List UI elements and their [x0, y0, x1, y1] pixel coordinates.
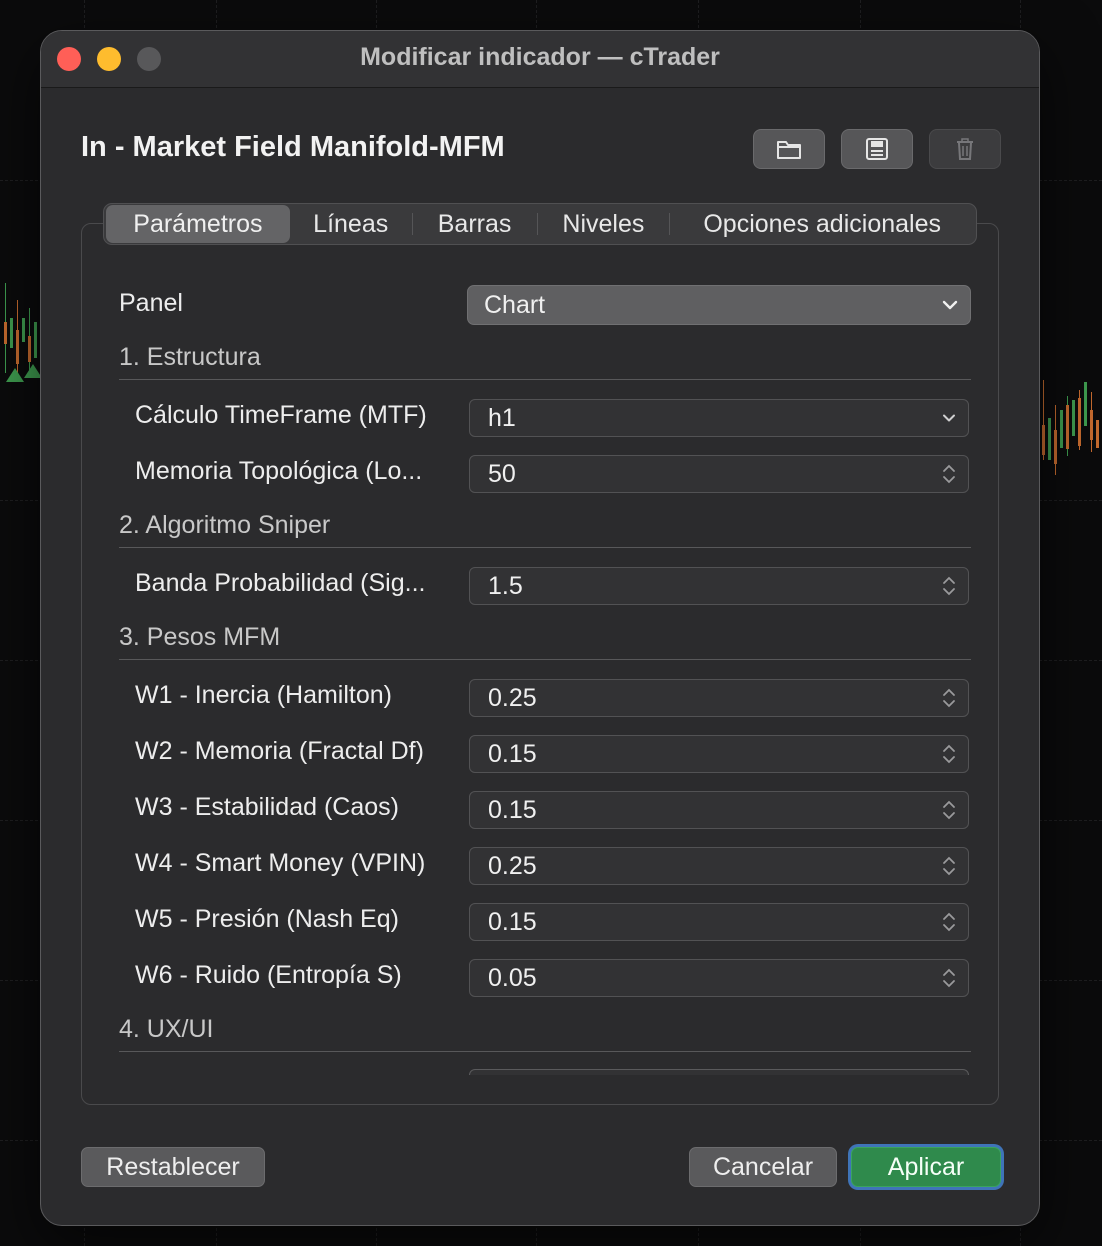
save-template-button[interactable]	[841, 129, 913, 169]
open-template-button[interactable]	[753, 129, 825, 169]
field-value: h1	[488, 403, 516, 432]
stepper-icon[interactable]	[942, 742, 956, 766]
field-value: 50	[488, 459, 516, 488]
floppy-disk-icon	[866, 138, 888, 160]
field-value: 0.25	[488, 683, 537, 712]
tab-bar: Parámetros Líneas Barras Niveles Opcione…	[103, 203, 977, 245]
section-title: 2. Algoritmo Sniper	[119, 511, 331, 539]
stepper-icon[interactable]	[942, 966, 956, 990]
panel-label: Panel	[119, 289, 183, 317]
field-label: Banda Probabilidad (Sig...	[135, 569, 426, 597]
chevron-down-icon	[943, 414, 955, 422]
number-field[interactable]: 0.15	[469, 903, 969, 941]
field-label: W1 - Inercia (Hamilton)	[135, 681, 392, 709]
tab-opciones-adicionales[interactable]: Opciones adicionales	[670, 205, 974, 243]
tab-lineas[interactable]: Líneas	[290, 205, 412, 243]
field-value: 0.15	[488, 739, 537, 768]
modify-indicator-dialog: Modificar indicador — cTrader In - Marke…	[40, 30, 1040, 1226]
field-label: Cálculo TimeFrame (MTF)	[135, 401, 427, 429]
section-divider	[119, 659, 971, 660]
number-field[interactable]: 1.5	[469, 567, 969, 605]
field-label: W6 - Ruido (Entropía S)	[135, 961, 402, 989]
trash-icon	[957, 138, 973, 160]
delete-template-button[interactable]	[929, 129, 1001, 169]
stepper-icon[interactable]	[942, 574, 956, 598]
timeframe-select[interactable]: h1	[469, 399, 969, 437]
folder-icon	[777, 141, 801, 159]
tab-niveles[interactable]: Niveles	[538, 205, 670, 243]
field-value: 0.15	[488, 795, 537, 824]
window-titlebar[interactable]: Modificar indicador — cTrader	[41, 31, 1039, 88]
number-field[interactable]: 0.15	[469, 791, 969, 829]
section-divider	[119, 1051, 971, 1052]
field-label: W4 - Smart Money (VPIN)	[135, 849, 426, 877]
indicator-title: In - Market Field Manifold-MFM	[81, 131, 505, 163]
field-value: 0.25	[488, 851, 537, 880]
reset-button[interactable]: Restablecer	[81, 1147, 265, 1187]
section-divider	[119, 547, 971, 548]
number-field[interactable]: 0.15	[469, 735, 969, 773]
field-label: W3 - Estabilidad (Caos)	[135, 793, 399, 821]
section-title: 3. Pesos MFM	[119, 623, 281, 651]
stepper-icon[interactable]	[942, 798, 956, 822]
number-field[interactable]: 0.25	[469, 847, 969, 885]
number-field[interactable]: 0.05	[469, 959, 969, 997]
section-divider	[119, 379, 971, 380]
field-label: W2 - Memoria (Fractal Df)	[135, 737, 424, 765]
stepper-icon[interactable]	[942, 686, 956, 710]
panel-select[interactable]: Chart	[467, 285, 971, 325]
tab-parametros[interactable]: Parámetros	[106, 205, 290, 243]
chevron-down-icon	[942, 300, 958, 310]
partially-visible-field[interactable]	[469, 1069, 969, 1075]
tab-barras[interactable]: Barras	[413, 205, 537, 243]
window-title: Modificar indicador — cTrader	[360, 43, 720, 71]
number-field[interactable]: 0.25	[469, 679, 969, 717]
panel-select-value: Chart	[484, 290, 546, 319]
number-field[interactable]: 50	[469, 455, 969, 493]
stepper-icon[interactable]	[942, 910, 956, 934]
field-value: 0.05	[488, 963, 537, 992]
field-value: 1.5	[488, 571, 523, 600]
stepper-icon[interactable]	[942, 854, 956, 878]
field-value: 0.15	[488, 907, 537, 936]
field-label: W5 - Presión (Nash Eq)	[135, 905, 399, 933]
field-label: Memoria Topológica (Lo...	[135, 457, 423, 485]
stepper-icon[interactable]	[942, 462, 956, 486]
cancel-button[interactable]: Cancelar	[689, 1147, 837, 1187]
parameters-list[interactable]: Panel Chart 1. Estructura Cálculo TimeFr…	[103, 267, 973, 1075]
section-title: 4. UX/UI	[119, 1015, 214, 1043]
section-title: 1. Estructura	[119, 343, 261, 371]
apply-button[interactable]: Aplicar	[851, 1147, 1001, 1187]
